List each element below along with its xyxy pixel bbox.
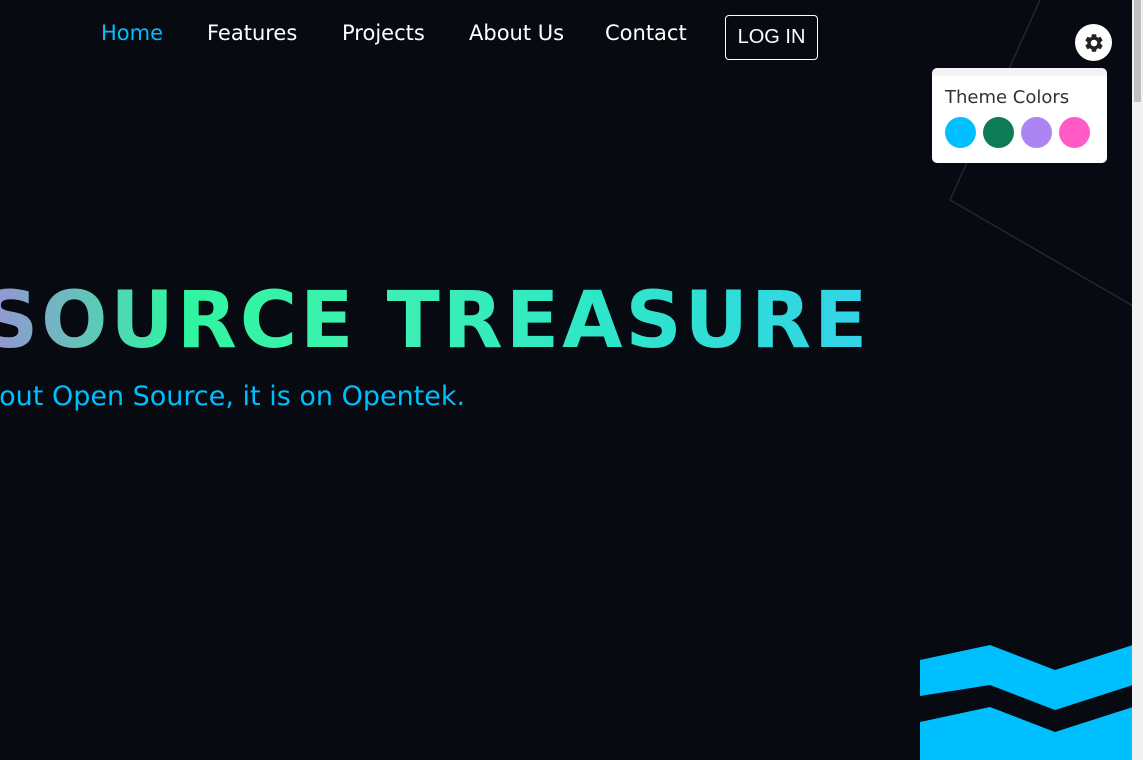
nav-item-projects[interactable]: Projects [342, 21, 425, 45]
scrollbar-thumb[interactable] [1134, 0, 1141, 102]
nav-item-home[interactable]: Home [101, 21, 163, 45]
hero-subtitle: bout Open Source, it is on Opentek. [0, 381, 466, 412]
nav-item-features[interactable]: Features [207, 21, 297, 45]
theme-colors-panel: Theme Colors [932, 68, 1107, 163]
gear-icon [1084, 33, 1103, 52]
theme-swatches [945, 117, 1107, 148]
login-button[interactable]: LOG IN [725, 15, 818, 60]
nav-item-about-us[interactable]: About Us [469, 21, 564, 45]
nav-item-contact[interactable]: Contact [605, 21, 687, 45]
hero-title: SOURCE TREASURE [0, 276, 870, 366]
swatch-cyan[interactable] [945, 117, 976, 148]
swatch-purple[interactable] [1021, 117, 1052, 148]
swatch-green[interactable] [983, 117, 1014, 148]
swatch-pink[interactable] [1059, 117, 1090, 148]
decorative-zigzag [920, 645, 1133, 760]
settings-button[interactable] [1075, 24, 1112, 61]
scrollbar[interactable] [1132, 0, 1143, 760]
main-nav: Home Features Projects About Us Contact … [0, 0, 900, 78]
page: Home Features Projects About Us Contact … [0, 0, 1143, 760]
theme-panel-title: Theme Colors [945, 87, 1070, 108]
